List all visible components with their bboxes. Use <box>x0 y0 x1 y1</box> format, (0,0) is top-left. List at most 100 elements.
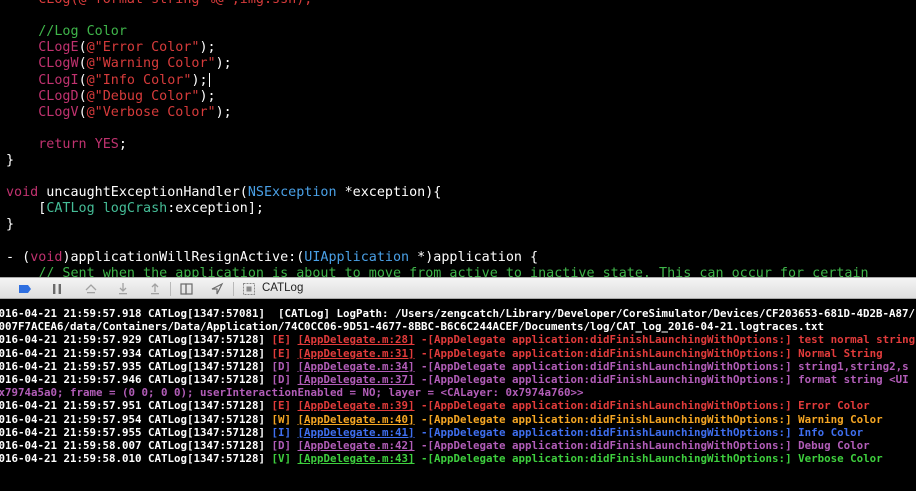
code-line-return[interactable]: return YES; <box>6 137 127 153</box>
code-line-comment-sent[interactable]: // Sent when the application is about to… <box>6 265 869 277</box>
code-line-clogw[interactable]: CLogW(@"Warning Color"); <box>6 56 232 72</box>
code-token: ( <box>78 104 87 120</box>
log-text: 0x7974a5a0; frame = (0 0; 0 0); userInte… <box>0 386 584 400</box>
code-token: CLogW <box>38 56 79 72</box>
log-line-debug-1: 2016-04-21 21:59:57.935 CATLog[1347:5712… <box>0 360 909 373</box>
toolbar-divider <box>233 282 234 296</box>
code-token: UIApplication <box>304 249 410 265</box>
log-text: -[AppDelegate application:didFinishLaunc… <box>414 425 864 439</box>
log-text: [E] <box>271 346 298 360</box>
log-line-verbose-color: 2016-04-21 21:59:58.010 CATLog[1347:5712… <box>0 452 883 465</box>
log-line-error-color: 2016-04-21 21:59:57.951 CATLog[1347:5712… <box>0 399 870 412</box>
debug-bar: CATLog <box>0 277 916 299</box>
code-token: // Sent when the application is about to… <box>6 265 869 277</box>
code-line-close-brace-2[interactable]: } <box>6 217 14 233</box>
code-line-exception-handler[interactable]: void uncaughtExceptionHandler(NSExceptio… <box>6 185 441 201</box>
code-token: ( <box>78 40 87 56</box>
code-token: } <box>6 217 15 233</box>
code-token: @"Verbose Color" <box>86 104 216 120</box>
code-token: return <box>38 136 87 152</box>
source-file-link[interactable]: [AppDelegate.m:39] <box>298 399 415 412</box>
code-line-close-brace-1[interactable]: } <box>6 153 14 169</box>
code-token: NSException <box>247 185 337 201</box>
code-token: uncaughtExceptionHandler( <box>38 185 248 201</box>
log-text: [E] <box>271 333 298 347</box>
source-file-link[interactable]: [AppDelegate.m:31] <box>298 347 415 360</box>
log-text: 2016-04-21 21:59:58.010 CATLog[1347:5712… <box>0 452 272 466</box>
code-token: @"Info Color" <box>86 72 192 88</box>
log-line-path: 2016-04-21 21:59:57.918 CATLog[1347:5708… <box>0 307 915 320</box>
log-text: 2016-04-21 21:59:57.918 CATLog[1347:5708… <box>0 307 916 320</box>
target-icon[interactable] <box>242 282 256 296</box>
step-over-icon[interactable] <box>84 282 98 296</box>
log-line-error-1: 2016-04-21 21:59:57.929 CATLog[1347:5712… <box>0 333 915 346</box>
code-token: )applicationWillResignActive:( <box>62 249 305 265</box>
log-text: 2016-04-21 21:59:57.951 CATLog[1347:5712… <box>0 399 272 413</box>
code-line-clogi[interactable]: CLogI(@"Info Color"); <box>6 72 210 89</box>
code-token: ); <box>191 72 208 88</box>
code-token: ); <box>215 56 232 72</box>
log-text: [D] <box>271 439 298 452</box>
step-into-icon[interactable] <box>116 282 130 296</box>
code-line-cut[interactable]: CLog(@"format string %@",img.ssn); <box>6 0 312 8</box>
source-file-link[interactable]: [AppDelegate.m:40] <box>298 413 415 426</box>
log-text: [E] <box>271 399 298 413</box>
code-token: logCrash <box>102 201 168 217</box>
log-text: 2016-04-21 21:59:57.946 CATLog[1347:5712… <box>0 373 272 386</box>
breakpoint-icon[interactable] <box>18 282 32 296</box>
log-text: -[AppDelegate application:didFinishLaunc… <box>414 373 909 386</box>
code-editor[interactable]: CLog(@"format string %@",img.ssn); //Log… <box>0 0 916 277</box>
code-token: YES <box>94 136 119 152</box>
code-token: CLogI <box>38 72 79 88</box>
log-line-info-color: 2016-04-21 21:59:57.955 CATLog[1347:5712… <box>0 426 863 439</box>
log-text: 2016-04-21 21:59:57.934 CATLog[1347:5712… <box>0 346 272 360</box>
source-file-link[interactable]: [AppDelegate.m:43] <box>298 452 415 465</box>
source-file-link[interactable]: [AppDelegate.m:28] <box>298 333 415 346</box>
log-text: -[AppDelegate application:didFinishLaunc… <box>414 359 909 373</box>
code-line-clogv[interactable]: CLogV(@"Verbose Color"); <box>6 105 232 121</box>
log-line-debug-color: 2016-04-21 21:59:58.007 CATLog[1347:5712… <box>0 439 870 452</box>
log-text: [D] <box>271 359 298 373</box>
log-line-debug-2: 2016-04-21 21:59:57.946 CATLog[1347:5712… <box>0 373 909 386</box>
code-token: - ( <box>6 249 31 265</box>
code-token: CLogE <box>38 40 79 56</box>
log-text: 2016-04-21 21:59:57.955 CATLog[1347:5712… <box>0 425 272 439</box>
code-token: ); <box>199 40 216 56</box>
code-line-resign-active[interactable]: - (void)applicationWillResignActive:(UIA… <box>6 250 538 266</box>
code-line-comment-log-color[interactable]: //Log Color <box>6 24 127 40</box>
code-token: //Log Color <box>6 24 127 40</box>
code-token: @"Error Color" <box>86 40 200 56</box>
source-file-link[interactable]: [AppDelegate.m:42] <box>298 439 415 452</box>
source-file-link[interactable]: [AppDelegate.m:37] <box>298 373 415 386</box>
source-file-link[interactable]: [AppDelegate.m:34] <box>298 360 415 373</box>
step-out-icon[interactable] <box>148 282 162 296</box>
code-token: ( <box>78 56 87 72</box>
code-line-catlog-crash[interactable]: [CATLog logCrash:exception]; <box>6 201 264 217</box>
location-icon[interactable] <box>210 282 224 296</box>
log-line-warning-color: 2016-04-21 21:59:57.954 CATLog[1347:5712… <box>0 413 883 426</box>
code-token: [ <box>6 201 47 217</box>
log-text: -[AppDelegate application:didFinishLaunc… <box>414 399 870 413</box>
debug-console[interactable]: 2016-04-21 21:59:57.918 CATLog[1347:5708… <box>0 299 916 491</box>
code-line-clogd[interactable]: CLogD(@"Debug Color"); <box>6 88 215 105</box>
code-token: CATLog <box>46 201 95 217</box>
code-token: ; <box>118 136 127 152</box>
log-text: -[AppDelegate application:didFinishLaunc… <box>414 333 916 347</box>
text-cursor <box>208 72 210 87</box>
source-file-link[interactable]: [AppDelegate.m:41] <box>298 426 415 439</box>
log-text: -[AppDelegate application:didFinishLaunc… <box>414 412 883 426</box>
debug-target-label[interactable]: CATLog <box>262 278 303 298</box>
code-token: :exception]; <box>167 201 264 217</box>
code-token: } <box>6 153 15 168</box>
log-text: [D] <box>271 373 298 386</box>
code-line-cloge[interactable]: CLogE(@"Error Color"); <box>6 40 216 56</box>
pause-icon[interactable] <box>50 282 64 296</box>
code-token: void <box>6 185 39 201</box>
view-hierarchy-icon[interactable] <box>180 282 194 296</box>
log-text: [V] <box>271 452 298 466</box>
code-token: @"Debug Color" <box>86 88 200 104</box>
